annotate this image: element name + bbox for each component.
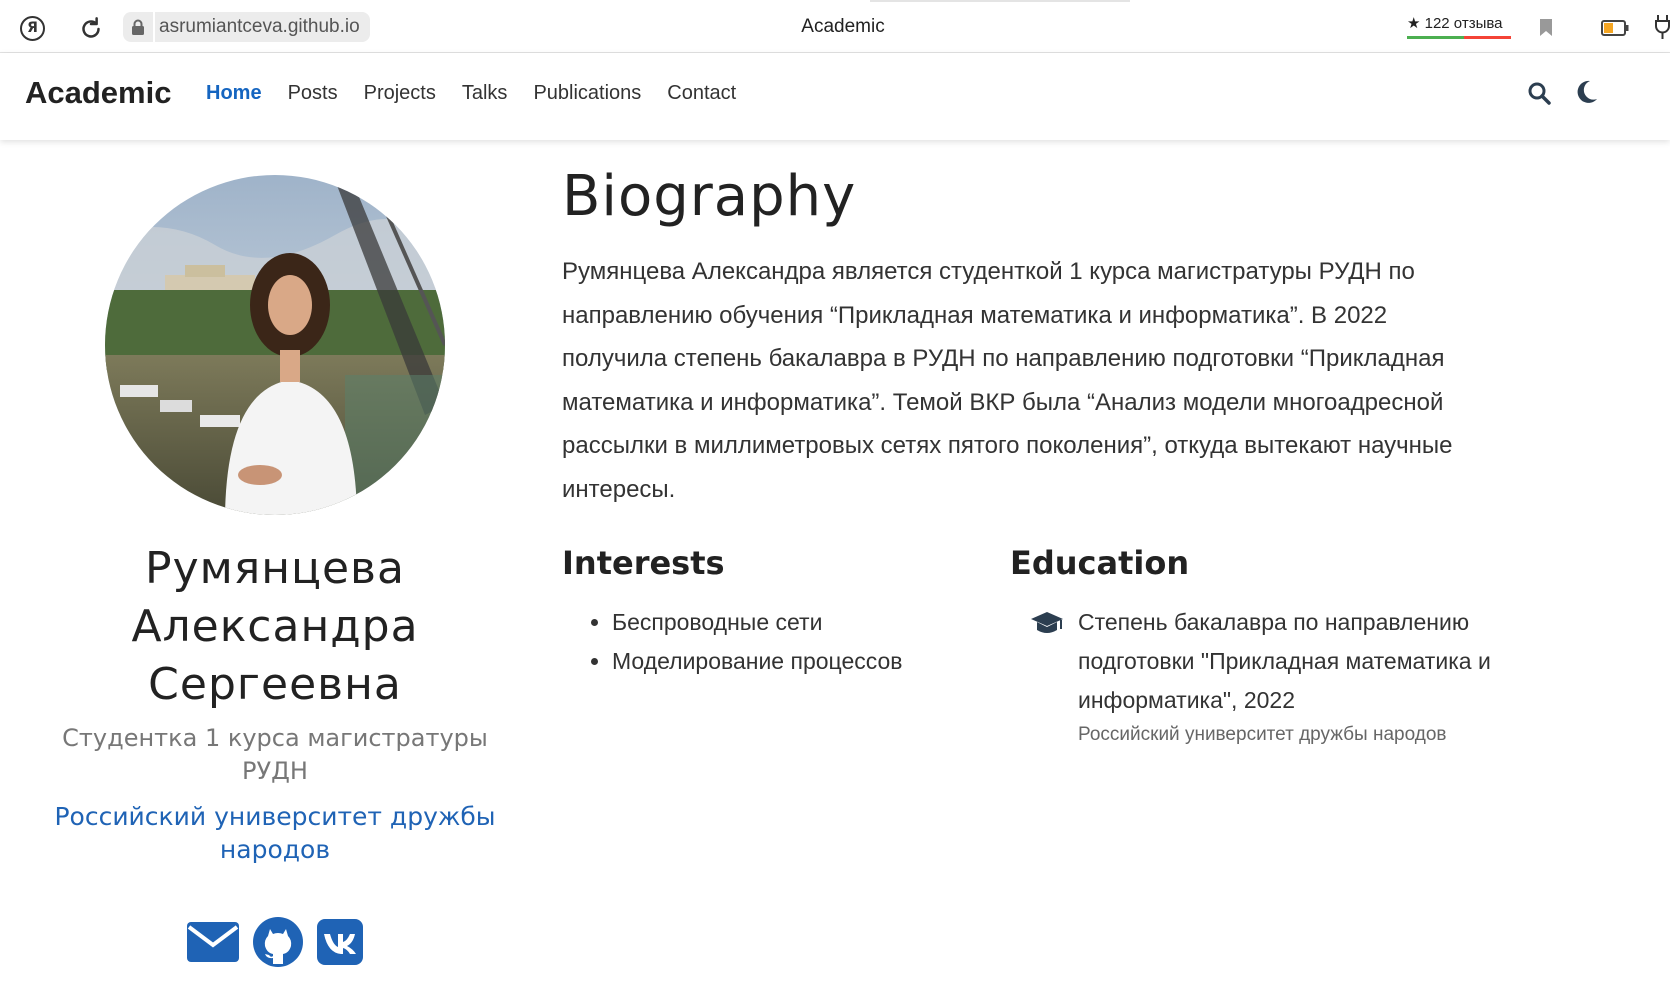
biography-line: математика и информатика”. Темой ВКР был… — [562, 388, 1444, 416]
biography-text: Румянцева Александра является студенткой… — [562, 250, 1582, 511]
interest-item: Моделирование процессов — [612, 642, 903, 681]
envelope-icon[interactable] — [186, 921, 240, 963]
reviews-badge[interactable]: ★ 122 отзыва — [1407, 14, 1511, 39]
biography-line: рассылки в миллиметровых сетях пятого по… — [562, 432, 1453, 459]
battery-icon[interactable] — [1601, 20, 1629, 36]
site-navbar: Academic Home Posts Projects Talks Publi… — [0, 53, 1670, 140]
github-icon[interactable] — [252, 916, 304, 968]
biography-heading: Biography — [562, 164, 857, 229]
biography-line: Румянцева Александра является студенткой… — [562, 258, 1415, 285]
name-line: Сергеевна — [148, 659, 402, 710]
tab-strip-line — [870, 0, 1130, 2]
course-line: информатика", 2022 — [1078, 687, 1296, 713]
profile-organization-link[interactable]: Российский университет дружбы народов — [30, 800, 520, 866]
interests-heading: Interests — [562, 544, 725, 582]
role-line: РУДН — [242, 757, 308, 785]
biography-line: получила степень бакалавра в РУДН по нап… — [562, 345, 1445, 372]
role-line: Студентка 1 курса магистратуры — [62, 724, 488, 752]
reviews-label: ★ 122 отзыва — [1407, 15, 1503, 32]
nav-projects[interactable]: Projects — [364, 82, 436, 105]
course-line: подготовки "Прикладная математика и — [1078, 648, 1491, 674]
nav-talks[interactable]: Talks — [462, 82, 508, 105]
nav-posts[interactable]: Posts — [288, 82, 338, 105]
nav-home[interactable]: Home — [206, 82, 262, 105]
org-line[interactable]: Российский университет дружбы — [30, 800, 520, 833]
search-icon[interactable] — [1527, 81, 1551, 105]
nav-contact[interactable]: Contact — [667, 82, 736, 105]
education-institution: Российский университет дружбы народов — [1078, 724, 1447, 745]
nav-links: Home Posts Projects Talks Publications C… — [206, 82, 762, 105]
biography-line: интересы. — [562, 475, 676, 503]
site-brand[interactable]: Academic — [25, 75, 171, 111]
education-heading: Education — [1010, 544, 1190, 582]
interests-list: Беспроводные сети Моделирование процессо… — [587, 603, 903, 681]
interest-item: Беспроводные сети — [612, 603, 903, 642]
moon-icon[interactable] — [1576, 80, 1598, 104]
rating-bar — [1407, 36, 1511, 39]
profile-name: Румянцева Александра Сергеевна — [0, 540, 550, 714]
avatar — [105, 175, 445, 515]
browser-toolbar: Я asrumiantceva.github.io Academic ★ 122… — [0, 0, 1670, 53]
vk-icon[interactable] — [316, 918, 364, 966]
social-links — [186, 916, 364, 968]
graduation-cap-icon — [1031, 612, 1063, 633]
bookmark-icon[interactable] — [1539, 18, 1553, 37]
course-line: Степень бакалавра по направлению — [1078, 609, 1470, 635]
org-line[interactable]: народов — [30, 833, 520, 866]
name-line: Румянцева — [145, 543, 405, 594]
biography-line: направлению обучения “Прикладная математ… — [562, 301, 1388, 329]
plug-icon[interactable] — [1655, 14, 1670, 40]
name-line: Александра — [131, 601, 419, 652]
nav-publications[interactable]: Publications — [533, 82, 641, 105]
education-course: Степень бакалавра по направлению подгото… — [1078, 603, 1578, 720]
profile-role: Студентка 1 курса магистратуры РУДН — [40, 722, 510, 788]
